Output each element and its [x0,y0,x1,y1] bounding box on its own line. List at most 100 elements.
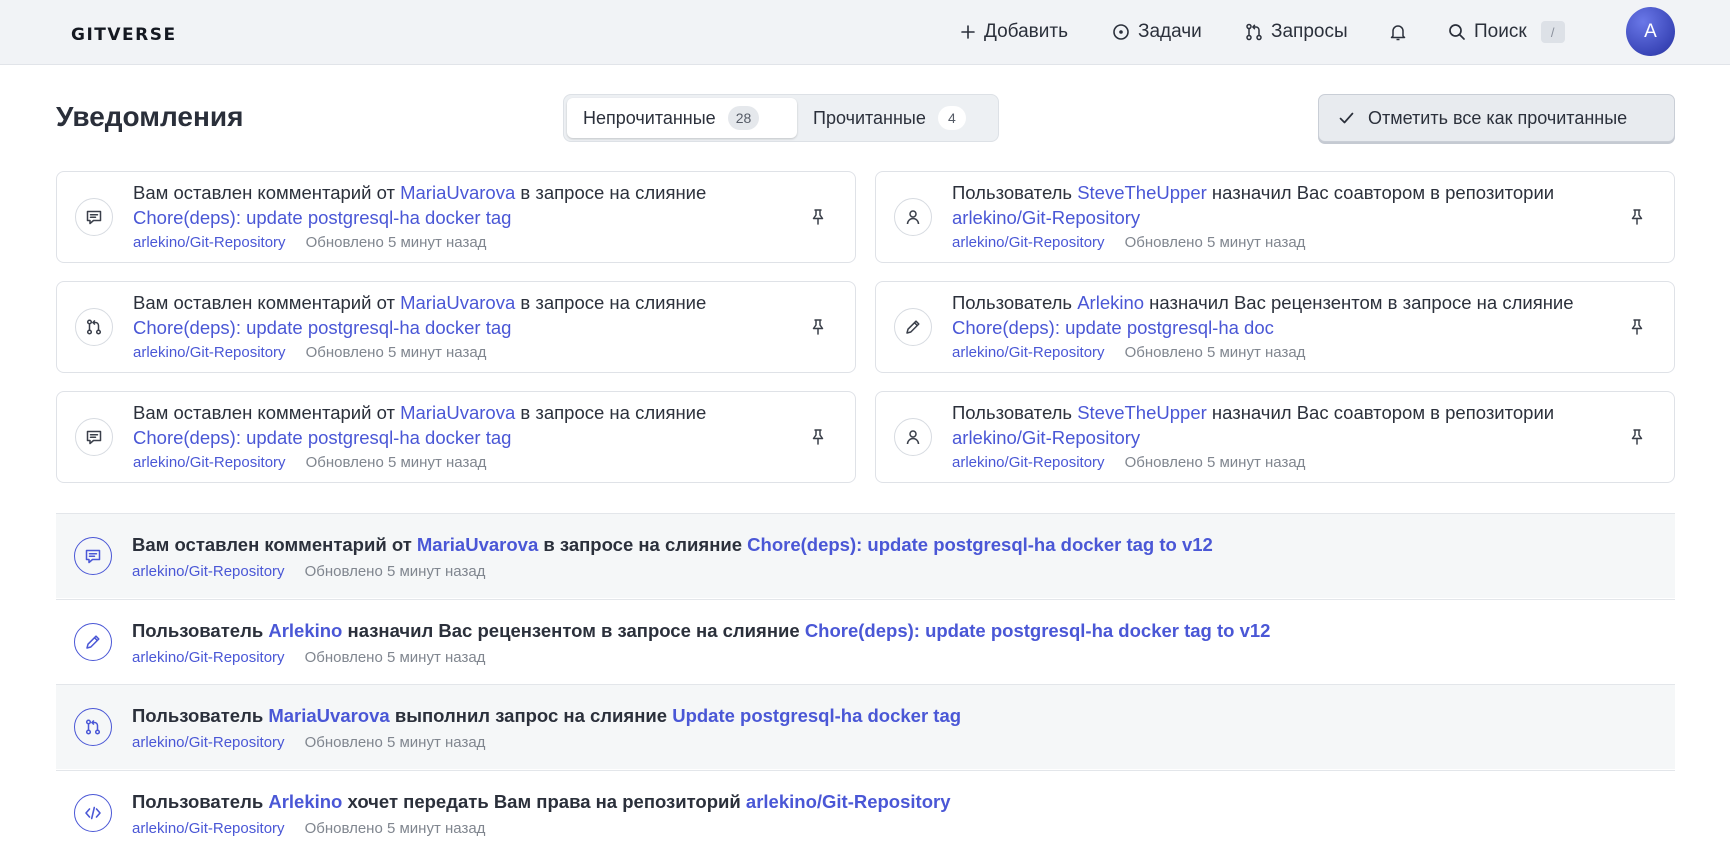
bell-icon [1390,25,1406,41]
target-link[interactable]: Update postgresql-ha docker tag [672,705,961,726]
logo[interactable]: GITVERSE [71,25,177,45]
text-part: Пользователь [952,402,1078,423]
notification-text: Пользователь SteveTheUpper назначил Вас … [952,181,1582,230]
repo-link[interactable]: arlekino/Git-Repository [952,234,1105,251]
text-part: выполнил запрос на слияние [389,705,673,726]
target-link[interactable]: Chore(deps): update postgresql-ha docker… [133,207,511,228]
text-part: назначил Вас рецензентом в запросе на сл… [1144,292,1574,313]
tab-read[interactable]: Прочитанные 4 [797,98,982,138]
pin-button[interactable] [1630,318,1644,341]
target-link[interactable]: Chore(deps): update postgresql-ha docker… [747,534,1213,555]
notification-text: Вам оставлен комментарий от MariaUvarova… [133,181,763,230]
pull-request-icon [1246,23,1262,41]
user-link[interactable]: SteveTheUpper [1077,402,1207,423]
tab-unread[interactable]: Непрочитанные 28 [567,98,797,138]
text-part: Вам оставлен комментарий от [132,534,417,555]
updated-time: Обновлено 5 минут назад [1124,234,1306,251]
pin-button[interactable] [811,208,825,231]
mark-all-read-button[interactable]: Отметить все как прочитанные [1318,94,1675,142]
user-link[interactable]: MariaUvarova [417,534,538,555]
notification-card[interactable]: Вам оставлен комментарий от MariaUvarova… [56,171,856,263]
text-part: Пользователь [952,292,1078,313]
user-link[interactable]: Arlekino [1077,292,1144,313]
target-link[interactable]: Chore(deps): update postgresql-ha doc [952,317,1274,338]
notification-card[interactable]: Вам оставлен комментарий от MariaUvarova… [56,391,856,483]
target-link[interactable]: Chore(deps): update postgresql-ha docker… [133,427,511,448]
text-part: Вам оставлен комментарий от [133,182,401,203]
notification-card[interactable]: Пользователь SteveTheUpper назначил Вас … [875,171,1675,263]
updated-time: Обновлено 5 минут назад [305,344,487,361]
target-link[interactable]: arlekino/Git-Repository [746,791,951,812]
avatar[interactable]: A [1626,7,1675,56]
notification-text: Пользователь SteveTheUpper назначил Вас … [952,401,1582,450]
notification-row[interactable]: Вам оставлен комментарий от MariaUvarova… [56,513,1675,598]
notification-card[interactable]: Пользователь Arlekino назначил Вас рецен… [875,281,1675,373]
updated-time: Обновлено 5 минут назад [305,454,487,471]
pin-button[interactable] [811,318,825,341]
pin-button[interactable] [811,428,825,451]
notification-card[interactable]: Пользователь SteveTheUpper назначил Вас … [875,391,1675,483]
text-part: Вам оставлен комментарий от [133,402,401,423]
notification-row[interactable]: Пользователь MariaUvarova выполнил запро… [56,684,1675,769]
nav-add-button[interactable]: Добавить [960,0,1068,64]
search-label: Поиск [1474,21,1527,42]
repo-link[interactable]: arlekino/Git-Repository [132,563,285,580]
updated-time: Обновлено 5 минут назад [1124,454,1306,471]
notification-text: Пользователь MariaUvarova выполнил запро… [132,705,961,727]
updated-time: Обновлено 5 минут назад [304,563,486,580]
plus-icon [961,25,975,39]
nav-requests-button[interactable]: Запросы [1245,0,1348,64]
target-link[interactable]: arlekino/Git-Repository [952,207,1140,228]
user-link[interactable]: MariaUvarova [400,292,515,313]
notification-meta: arlekino/Git-Repository Обновлено 5 минут… [132,820,485,837]
top-bar: GITVERSE Добавить Задачи Запросы Поиск /… [0,0,1730,65]
text-part: назначил Вас рецензентом в запросе на сл… [342,619,805,641]
repo-link[interactable]: arlekino/Git-Repository [132,649,285,666]
user-link[interactable]: Arlekino [268,620,342,641]
notifications-button[interactable] [1390,0,1414,64]
pull-request-icon [75,308,113,346]
search-button[interactable]: Поиск / [1448,0,1565,64]
repo-link[interactable]: arlekino/Git-Repository [952,344,1105,361]
tab-switcher: Непрочитанные 28 Прочитанные 4 [563,94,999,142]
notification-row[interactable]: Пользователь Arlekino назначил Вас рецен… [56,598,1675,684]
repo-link[interactable]: arlekino/Git-Repository [132,734,285,751]
repo-link[interactable]: arlekino/Git-Repository [133,454,286,471]
repo-link[interactable]: arlekino/Git-Repository [133,344,286,361]
comment-icon [74,537,112,575]
repo-link[interactable]: arlekino/Git-Repository [952,454,1105,471]
user-link[interactable]: MariaUvarova [268,705,389,726]
notification-card[interactable]: Вам оставлен комментарий от MariaUvarova… [56,281,856,373]
search-shortcut: / [1540,21,1565,43]
target-link[interactable]: arlekino/Git-Repository [952,427,1140,448]
notification-meta: arlekino/Git-Repository Обновлено 5 минут… [952,454,1305,471]
nav-requests-label: Запросы [1271,21,1348,42]
text-part: в запросе на слияние [515,182,707,203]
pin-icon [1631,429,1643,445]
user-link[interactable]: Arlekino [268,791,342,812]
nav-tasks-button[interactable]: Задачи [1112,0,1202,64]
pin-button[interactable] [1630,428,1644,451]
updated-time: Обновлено 5 минут назад [305,234,487,251]
tab-read-count: 4 [937,106,966,130]
target-link[interactable]: Chore(deps): update postgresql-ha docker… [133,317,511,338]
user-link[interactable]: SteveTheUpper [1077,182,1207,203]
pull-request-icon [74,708,112,746]
repo-link[interactable]: arlekino/Git-Repository [132,820,285,837]
comment-icon [75,198,113,236]
text-part: назначил Вас соавтором в репозитории [1206,402,1555,423]
updated-time: Обновлено 5 минут назад [304,648,486,666]
user-link[interactable]: MariaUvarova [400,182,515,203]
text-part: Пользователь [132,790,269,812]
check-icon [1339,112,1354,124]
user-icon [894,198,932,236]
text-part: в запросе на слияние [515,402,707,423]
nav-add-label: Добавить [984,21,1068,42]
repo-link[interactable]: arlekino/Git-Repository [133,234,286,251]
text-part: Пользователь [132,705,269,726]
user-link[interactable]: MariaUvarova [400,402,515,423]
target-link[interactable]: Chore(deps): update postgresql-ha docker… [805,620,1271,641]
pin-button[interactable] [1630,208,1644,231]
notification-row[interactable]: Пользователь Arlekino хочет передать Вам… [56,769,1675,855]
text-part: Вам оставлен комментарий от [133,292,401,313]
